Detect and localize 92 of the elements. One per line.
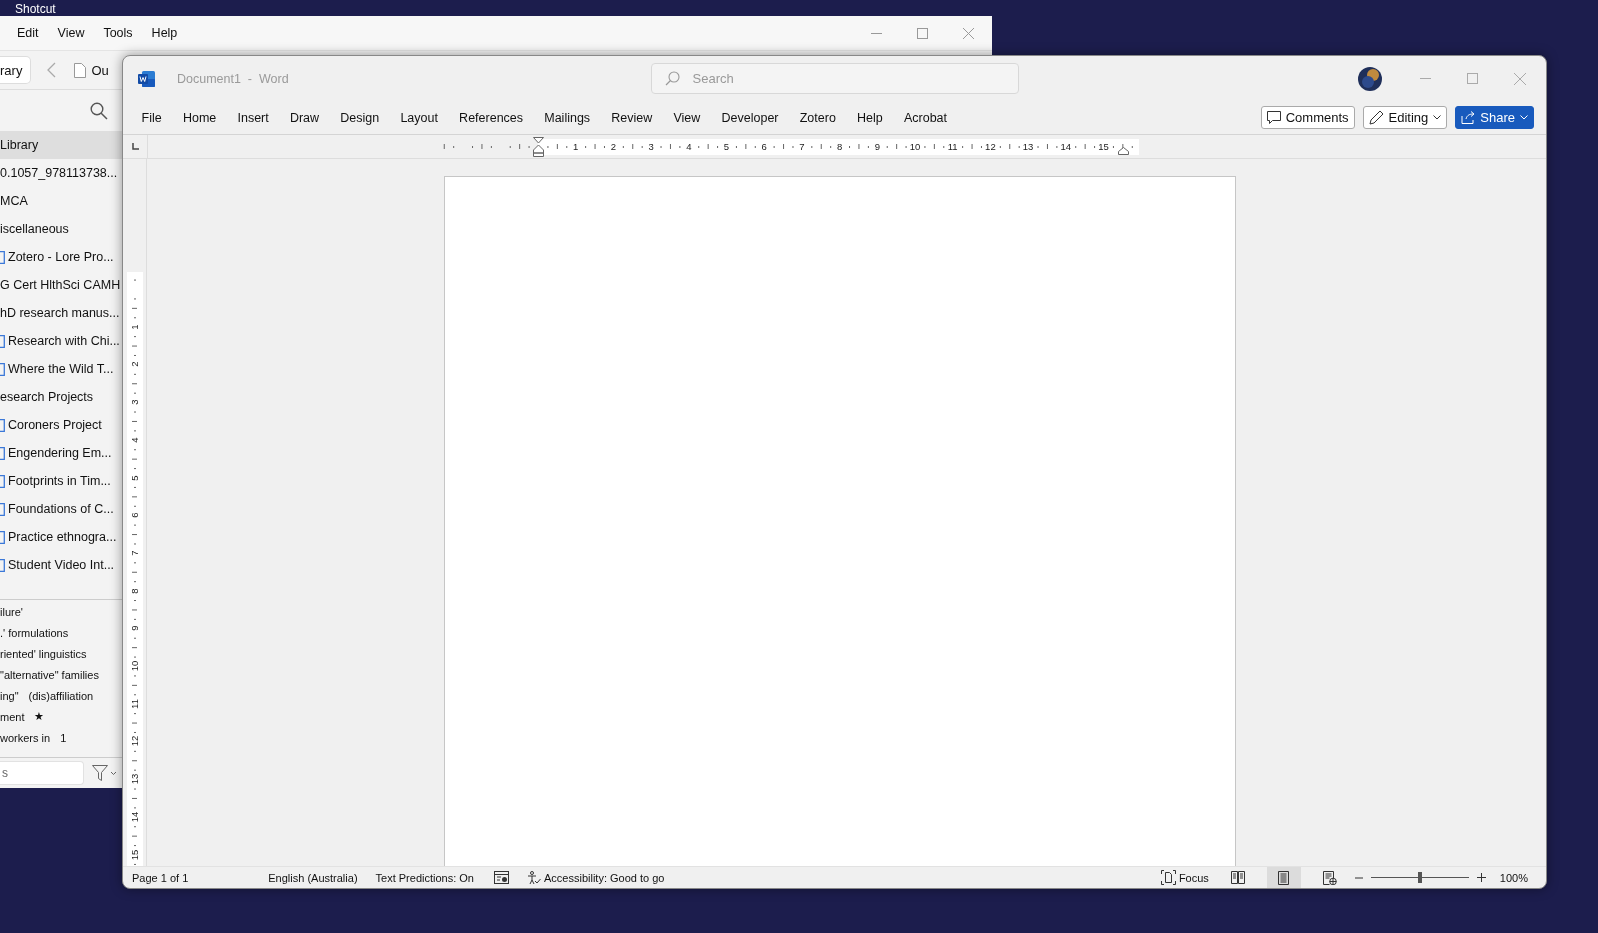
collection-item[interactable]: hD research manus... [0, 299, 122, 327]
item-tab[interactable]: Ou [91, 62, 109, 78]
maximize-icon[interactable] [917, 27, 928, 39]
folder-icon [0, 474, 5, 488]
accessibility-icon [527, 870, 541, 885]
filter-field[interactable]: s [0, 761, 84, 785]
avatar[interactable] [1358, 66, 1382, 91]
tag[interactable]: "alternative" families [0, 668, 99, 681]
tag[interactable]: ilure' [0, 605, 23, 618]
library-tab[interactable]: rary [0, 56, 32, 84]
ribbon-tab[interactable]: Insert [226, 110, 280, 125]
menu-item[interactable]: Tools [94, 26, 143, 40]
ribbon-tab[interactable]: Design [329, 110, 390, 125]
menu-item[interactable]: Help [142, 26, 188, 40]
collection-item[interactable]: Coroners Project [0, 411, 122, 439]
folder-icon [0, 530, 5, 544]
tag[interactable]: ing" [0, 689, 19, 702]
zoom-in-icon[interactable] [1476, 873, 1486, 882]
ribbon-tab[interactable]: File [131, 110, 173, 125]
editing-button[interactable]: Editing [1362, 106, 1448, 129]
indent-marker-icon[interactable] [533, 136, 544, 157]
caret-icon [1433, 115, 1442, 120]
menu-item[interactable]: View [48, 26, 95, 40]
tag[interactable]: ment [0, 710, 25, 723]
folder-icon [0, 418, 5, 432]
page-icon [1278, 870, 1290, 885]
ribbon-tab[interactable]: Developer [710, 110, 790, 125]
zoom-level[interactable]: 100% [1499, 871, 1528, 884]
ribbon-tab[interactable]: Layout [389, 110, 449, 125]
web-page-icon [1322, 870, 1337, 885]
book-icon [1230, 871, 1245, 884]
desktop-icon-label[interactable]: Shotcut [15, 2, 56, 16]
word-logo-icon[interactable] [138, 70, 155, 87]
collection-item[interactable]: esearch Projects [0, 383, 122, 411]
tag[interactable]: (dis)affiliation [28, 689, 94, 702]
indent-marker-icon[interactable] [1118, 146, 1129, 155]
tag[interactable]: 1 [60, 731, 67, 744]
ribbon-tab[interactable]: References [448, 110, 534, 125]
collection-item[interactable]: Student Video Int... [0, 551, 122, 579]
macro-recorder-icon[interactable] [494, 871, 509, 884]
ribbon-tab[interactable]: Zotero [789, 110, 847, 125]
collection-item[interactable]: Zotero - Lore Pro... [0, 243, 122, 271]
tab-stop-icon[interactable] [131, 143, 139, 150]
folder-icon [0, 502, 5, 516]
menu-item[interactable]: Edit [8, 26, 49, 40]
ribbon-tab[interactable]: Review [600, 110, 663, 125]
page-count[interactable]: Page 1 of 1 [132, 871, 189, 884]
comment-icon [1266, 111, 1281, 124]
share-icon [1461, 111, 1476, 124]
ribbon-tab[interactable]: Home [172, 110, 227, 125]
tag[interactable]: ★ [34, 710, 45, 723]
text-predictions-status[interactable]: Text Predictions: On [375, 871, 474, 884]
collection-item[interactable]: iscellaneous [0, 215, 122, 243]
language-status[interactable]: English (Australia) [268, 871, 358, 884]
collection-item[interactable]: 0.1057_978113738... [0, 159, 122, 187]
pencil-icon [1368, 110, 1384, 125]
collection-item[interactable]: Footprints in Tim... [0, 467, 122, 495]
share-button[interactable]: Share [1455, 106, 1534, 129]
folder-icon [0, 250, 5, 264]
window-title: Document1 - Word [177, 71, 289, 86]
print-view-button[interactable] [1266, 867, 1301, 888]
ribbon-tab[interactable]: Mailings [533, 110, 601, 125]
ribbon-tab[interactable]: Acrobat [893, 110, 958, 125]
ribbon-tab[interactable]: Help [846, 110, 894, 125]
collection-item[interactable]: Engendering Em... [0, 439, 122, 467]
focus-button[interactable]: Focus [1160, 870, 1209, 885]
search-icon[interactable] [90, 101, 108, 120]
collection-item[interactable]: Practice ethnogra... [0, 523, 122, 551]
close-icon[interactable] [963, 27, 974, 39]
collection-item[interactable]: MCA [0, 187, 122, 215]
focus-icon [1160, 870, 1176, 885]
folder-icon [0, 334, 5, 348]
ribbon-tab[interactable]: View [662, 110, 711, 125]
collection-item[interactable]: Research with Chi... [0, 327, 122, 355]
accessibility-button[interactable]: Accessibility: Good to go [527, 870, 665, 885]
search-icon [664, 71, 680, 86]
ribbon-tab[interactable]: Draw [279, 110, 330, 125]
filter-icon[interactable] [92, 765, 116, 781]
document-icon [74, 62, 87, 78]
folder-icon [0, 362, 5, 376]
collection-item[interactable]: Library [0, 131, 122, 159]
comments-button[interactable]: Comments [1260, 106, 1355, 129]
collection-item[interactable]: Foundations of C... [0, 495, 122, 523]
search-field[interactable]: Search [650, 63, 1019, 94]
collection-item[interactable]: Where the Wild T... [0, 355, 122, 383]
collection-item[interactable]: G Cert HlthSci CAMH [0, 271, 122, 299]
folder-icon [0, 446, 5, 460]
folder-icon [0, 558, 5, 572]
tag[interactable]: workers in [0, 731, 51, 744]
tag[interactable]: .' formulations [0, 626, 69, 639]
tag[interactable]: riented' linguistics [0, 647, 87, 660]
caret-icon [1520, 115, 1528, 120]
